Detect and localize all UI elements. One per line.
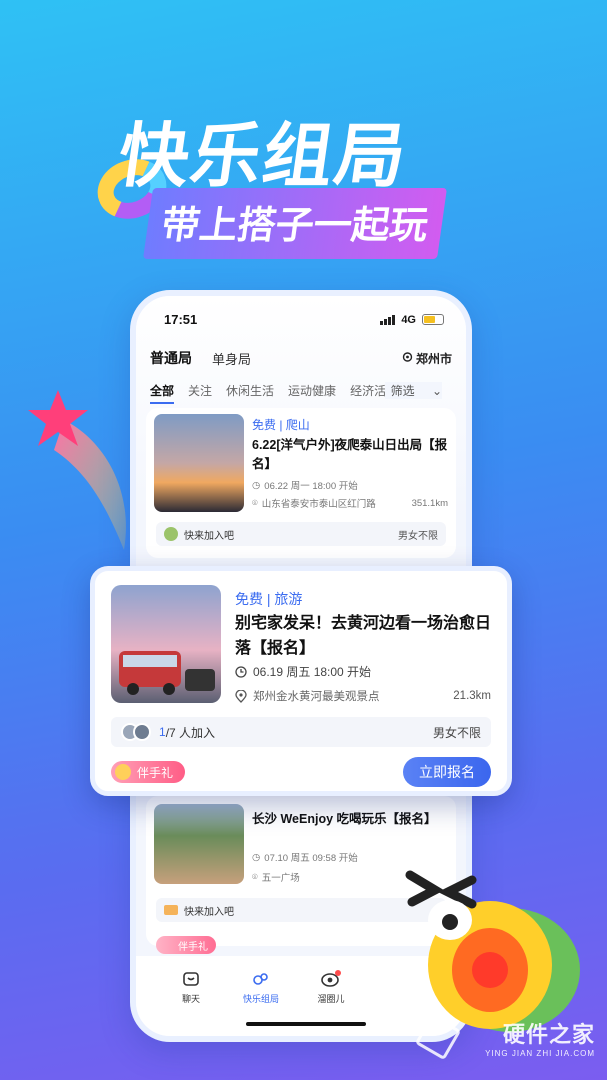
tab-party[interactable]: 快乐组局 bbox=[231, 970, 291, 1036]
watermark: 硬件之家 YING JIAN ZHI JIA.COM bbox=[485, 1017, 595, 1058]
filter-label: 筛选 bbox=[390, 384, 415, 398]
watermark-name: 硬件之家 bbox=[502, 1022, 595, 1047]
activity-tag: 免费 | 爬山 bbox=[252, 418, 310, 432]
location-icon bbox=[235, 689, 247, 703]
top-tabs: 普通局 单身局 郑州市 bbox=[150, 348, 452, 368]
activity-distance: 351.1km bbox=[411, 497, 448, 509]
activity-thumbnail bbox=[154, 804, 244, 884]
clock-icon: ◷ bbox=[252, 479, 261, 491]
tab-single[interactable]: 单身局 bbox=[212, 349, 251, 368]
gift-label: 伴手礼 bbox=[137, 765, 174, 780]
category-follow[interactable]: 关注 bbox=[188, 382, 212, 404]
network-label: 4G bbox=[401, 313, 416, 326]
avatar bbox=[164, 905, 178, 915]
activity-location: 山东省泰安市泰山区红门路 bbox=[261, 499, 376, 510]
shooting-star-decoration bbox=[28, 390, 126, 550]
battery-icon bbox=[422, 314, 444, 325]
status-time: 17:51 bbox=[164, 312, 198, 327]
category-leisure[interactable]: 休闲生活 bbox=[226, 382, 274, 404]
category-sports[interactable]: 运动健康 bbox=[288, 382, 336, 404]
gender-label: 男女不限 bbox=[432, 725, 481, 740]
location-pin-icon bbox=[402, 352, 413, 362]
avatar bbox=[164, 527, 178, 541]
featured-time: 06.19 周五 18:00 开始 bbox=[253, 665, 372, 679]
featured-location: 郑州金水黄河最美观景点 bbox=[253, 691, 380, 703]
mascot-decoration bbox=[405, 870, 580, 1032]
chat-icon bbox=[183, 972, 199, 986]
activity-thumbnail bbox=[154, 414, 244, 512]
featured-distance: 21.3km bbox=[453, 690, 491, 702]
tab-normal[interactable]: 普通局 bbox=[150, 348, 192, 368]
watermark-url: YING JIAN ZHI JIA.COM bbox=[485, 1049, 595, 1058]
location-label: 郑州市 bbox=[415, 351, 452, 366]
featured-tag: 免费 | 旅游 bbox=[235, 591, 303, 607]
location-icon: ⌾ bbox=[252, 497, 258, 509]
category-tabs: 全部 关注 休闲生活 运动健康 经济活动 半 筛选 ⌄ bbox=[150, 382, 456, 404]
hero-subtitle: 带上搭子一起玩 bbox=[143, 188, 448, 259]
home-indicator bbox=[246, 1022, 366, 1026]
gift-label: 伴手礼 bbox=[178, 941, 208, 953]
sunset-van-photo bbox=[111, 585, 221, 703]
activity-card[interactable]: 免费 | 爬山 6.22[洋气户外]夜爬泰山日出局【报名】 ◷ 06.22 周一 … bbox=[146, 408, 456, 558]
activity-title: 6.22[洋气户外]夜爬泰山日出局【报名】 bbox=[252, 438, 448, 471]
join-text: 快来加入吧 bbox=[184, 906, 234, 918]
featured-title: 别宅家发呆！去黄河边看一场治愈日落【报名】 bbox=[235, 615, 492, 657]
featured-activity-card[interactable]: 免费 | 旅游 别宅家发呆！去黄河边看一场治愈日落【报名】 06.19 周五 1… bbox=[90, 566, 512, 796]
gift-badge: 伴手礼 bbox=[156, 936, 216, 954]
status-bar: 17:51 4G bbox=[164, 312, 444, 327]
avatar bbox=[133, 723, 151, 741]
tab-party-label: 快乐组局 bbox=[242, 994, 279, 1004]
joined-label: /7 人加入 bbox=[165, 725, 216, 740]
activity-title: 长沙 WeEnjoy 吃喝玩乐【报名】 bbox=[252, 812, 437, 826]
eye-icon bbox=[321, 970, 341, 987]
tab-circle-label: 溜圈儿 bbox=[317, 994, 345, 1004]
clock-icon bbox=[235, 665, 247, 678]
activity-time: 06.22 周一 18:00 开始 bbox=[264, 481, 358, 492]
signal-icon bbox=[380, 314, 396, 325]
location-selector[interactable]: 郑州市 bbox=[402, 350, 452, 367]
signup-button[interactable]: 立即报名 bbox=[403, 757, 491, 787]
join-text: 快来加入吧 bbox=[184, 530, 234, 542]
tab-chat-label: 聊天 bbox=[181, 994, 200, 1004]
avatar-group bbox=[121, 723, 151, 741]
location-icon: ⌾ bbox=[252, 871, 258, 883]
join-row: 快来加入吧 男女不限 bbox=[156, 522, 446, 546]
featured-join-row: 1/7 人加入 男女不限 bbox=[111, 717, 491, 747]
featured-thumbnail bbox=[111, 585, 221, 703]
category-all[interactable]: 全部 bbox=[150, 382, 175, 404]
activity-time: 07.10 周五 09:58 开始 bbox=[264, 853, 358, 864]
party-icon bbox=[253, 973, 268, 985]
filter-button[interactable]: 筛选 ⌄ bbox=[384, 382, 442, 399]
hero-title: 快乐组局 bbox=[113, 115, 413, 197]
clock-icon: ◷ bbox=[252, 851, 261, 863]
tab-circle[interactable]: 溜圈儿 bbox=[301, 970, 361, 1036]
tab-chat[interactable]: 聊天 bbox=[161, 970, 221, 1036]
gift-badge: 伴手礼 bbox=[111, 761, 186, 783]
joined-count: 1 bbox=[159, 725, 166, 739]
gender-label: 男女不限 bbox=[398, 530, 438, 542]
activity-location: 五一广场 bbox=[261, 873, 300, 884]
